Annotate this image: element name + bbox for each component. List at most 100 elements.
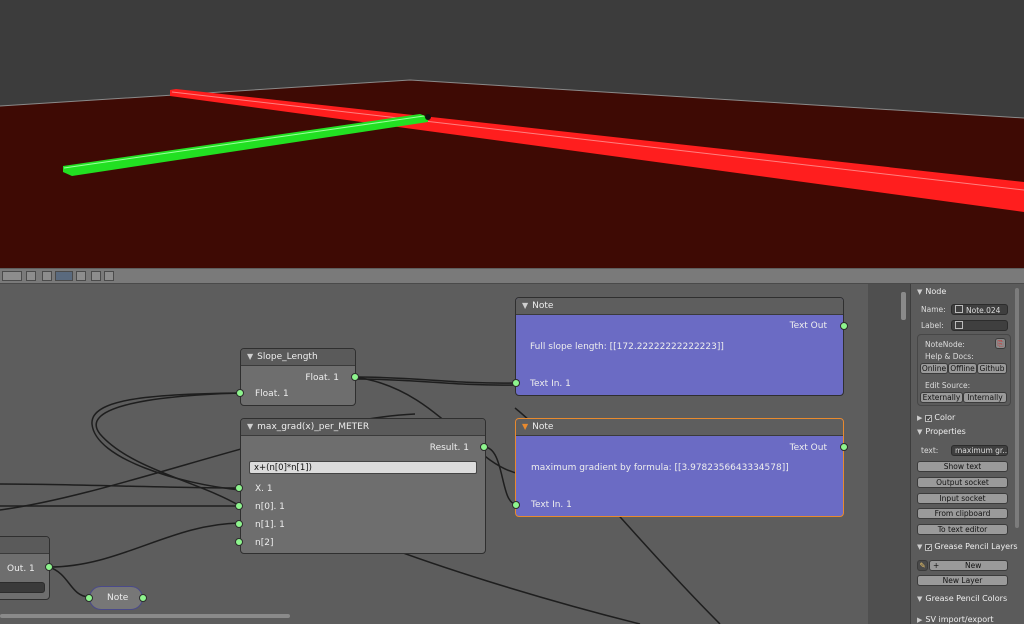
color-checkbox[interactable]: ✓: [925, 415, 933, 423]
camera-icon[interactable]: [104, 271, 114, 281]
note-node-2[interactable]: ▼ Note Text Out maximum gradient by formu…: [515, 418, 844, 517]
render-icon[interactable]: [91, 271, 101, 281]
offline-button[interactable]: Offline: [948, 363, 977, 374]
collapse-icon[interactable]: ▼: [247, 419, 253, 435]
note-node-2-text-in-socket[interactable]: [512, 501, 520, 509]
online-button[interactable]: Online: [920, 363, 948, 374]
sv-import-header[interactable]: ▶ SV import/export: [917, 615, 994, 624]
viewport-scene: [0, 79, 1024, 268]
collapsed-note-node[interactable]: Note: [89, 586, 143, 610]
input-n1-label: n[1]. 1: [255, 520, 285, 530]
note-node-1-header[interactable]: ▼ Note: [516, 298, 843, 315]
max-grad-header[interactable]: ▼ max_grad(x)_per_METER: [241, 419, 485, 436]
from-clipboard-button[interactable]: From clipboard: [917, 508, 1008, 519]
3d-cursor: [425, 114, 431, 120]
panel-scrollbar[interactable]: [1015, 288, 1019, 528]
note-node-2-text-in-label: Text In. 1: [531, 500, 572, 510]
slope-length-out-label: Float. 1: [305, 373, 339, 383]
node-editor-vertical-scrollbar[interactable]: [901, 292, 906, 320]
label-field[interactable]: [951, 320, 1008, 331]
name-label: Name:: [921, 305, 946, 314]
help-docs-label: Help & Docs:: [925, 352, 974, 361]
collapse-icon[interactable]: ▼: [247, 349, 253, 365]
partial-node-value-field[interactable]: [0, 582, 45, 593]
text-label: text:: [921, 446, 939, 455]
node-properties-panel: ▼ Node Name: Note.024 Label: NoteNode: ⎘ …: [910, 284, 1024, 624]
node-section-header[interactable]: ▼ Node: [917, 287, 946, 296]
output-socket-button[interactable]: Output socket: [917, 477, 1008, 488]
link-loop-a: [91, 392, 241, 491]
show-text-button[interactable]: Show text: [917, 461, 1008, 472]
note-node-1-text: Full slope length: [[172.22222222222223]…: [530, 342, 724, 352]
layers-icon[interactable]: [76, 271, 86, 281]
input-n1-socket[interactable]: [235, 520, 243, 528]
collapsed-note-in-socket[interactable]: [85, 594, 93, 602]
properties-section-header[interactable]: ▼ Properties: [917, 427, 966, 436]
grid-icon[interactable]: [2, 271, 22, 281]
new-layer-button[interactable]: New Layer: [917, 575, 1008, 586]
note-node-2-text: maximum gradient by formula: [[3.9782356…: [531, 463, 789, 473]
clipboard-icon[interactable]: ⎘: [995, 338, 1006, 349]
slope-length-header[interactable]: ▼ Slope_Length: [241, 349, 355, 366]
input-socket-button[interactable]: Input socket: [917, 493, 1008, 504]
text-field[interactable]: maximum gr...: [951, 445, 1008, 456]
github-button[interactable]: Github: [977, 363, 1007, 374]
link-loop-b: [95, 392, 241, 507]
3d-viewport[interactable]: [0, 0, 1024, 268]
viewport-header: [0, 268, 1024, 284]
note-node-2-text-out-socket[interactable]: [840, 443, 848, 451]
sv-import-title: SV import/export: [925, 615, 994, 624]
note-node-1-title: Note: [532, 301, 554, 311]
partial-node[interactable]: Out. 1: [0, 536, 50, 600]
node-editor[interactable]: ▼ Note Text Out Full slope length: [[172.…: [0, 284, 910, 624]
edit-source-label: Edit Source:: [925, 381, 971, 390]
name-field[interactable]: Note.024: [951, 304, 1008, 315]
link-partial: [48, 522, 241, 568]
partial-node-out-socket[interactable]: [45, 563, 53, 571]
note-node-2-title: Note: [532, 422, 554, 432]
formula-input[interactable]: x+(n[0]*n[1]): [249, 461, 477, 474]
name-value: Note.024: [966, 306, 1001, 315]
new-gp-label: New: [964, 561, 982, 570]
slope-length-node[interactable]: ▼ Slope_Length Float. 1 Float. 1: [240, 348, 356, 406]
grease-colors-header[interactable]: ▼ Grease Pencil Colors: [917, 594, 1007, 603]
node-icon: [955, 305, 963, 313]
input-n2-label: n[2]: [255, 538, 274, 548]
externally-button[interactable]: Externally: [920, 392, 963, 403]
collapse-icon[interactable]: ▼: [522, 298, 528, 314]
input-x-label: X. 1: [255, 484, 273, 494]
note-node-1-text-in-label: Text In. 1: [530, 379, 571, 389]
max-grad-result-socket[interactable]: [480, 443, 488, 451]
new-gp-button[interactable]: + New: [929, 560, 1008, 571]
max-grad-title: max_grad(x)_per_METER: [257, 422, 370, 432]
label-label: Label:: [921, 321, 944, 330]
note-node-2-text-out-label: Text Out: [789, 443, 827, 453]
pivot-icon[interactable]: [55, 271, 73, 281]
color-section-header[interactable]: ▶ ✓ Color: [917, 413, 955, 423]
grease-layers-header[interactable]: ▼ ✓ Grease Pencil Layers: [917, 542, 1018, 552]
input-n0-socket[interactable]: [235, 502, 243, 510]
collapse-icon[interactable]: ▼: [522, 419, 528, 435]
internally-button[interactable]: Internally: [963, 392, 1007, 403]
input-x-socket[interactable]: [235, 484, 243, 492]
partial-node-header[interactable]: [0, 537, 49, 554]
notenode-title: NoteNode:: [925, 340, 965, 349]
input-n0-label: n[0]. 1: [255, 502, 285, 512]
note-node-2-header[interactable]: ▼ Note: [516, 419, 843, 436]
to-text-editor-button[interactable]: To text editor: [917, 524, 1008, 535]
slope-length-in-socket[interactable]: [236, 389, 244, 397]
pencil-icon[interactable]: ✎: [917, 560, 928, 571]
collapsed-note-out-socket[interactable]: [139, 594, 147, 602]
view-icon[interactable]: [26, 271, 36, 281]
note-node-1-text-out-socket[interactable]: [840, 322, 848, 330]
note-node-1-text-in-socket[interactable]: [512, 379, 520, 387]
grease-layers-checkbox[interactable]: ✓: [925, 544, 933, 552]
max-grad-node[interactable]: ▼ max_grad(x)_per_METER Result. 1 x+(n[0]…: [240, 418, 486, 554]
note-node-1[interactable]: ▼ Note Text Out Full slope length: [[172.…: [515, 297, 844, 396]
shading-icon[interactable]: [42, 271, 52, 281]
node-editor-horizontal-scrollbar[interactable]: [0, 614, 290, 618]
partial-node-out-label: Out. 1: [7, 564, 35, 574]
slope-length-out-socket[interactable]: [351, 373, 359, 381]
plus-icon: +: [933, 561, 940, 570]
input-n2-socket[interactable]: [235, 538, 243, 546]
